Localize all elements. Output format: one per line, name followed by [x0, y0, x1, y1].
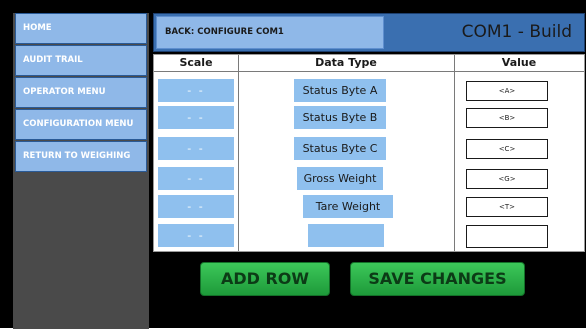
value-field[interactable]: <C>	[466, 139, 548, 159]
page-header: BACK: CONFIGURE COM1 COM1 - Build	[153, 13, 585, 52]
data-table: Scale Data Type Value - - Status Byte A …	[153, 54, 585, 252]
back-button[interactable]: BACK: CONFIGURE COM1	[156, 16, 384, 49]
data-type-cell[interactable]: Status Byte C	[294, 137, 386, 160]
column-header-value: Value	[501, 56, 537, 69]
data-type-cell[interactable]	[308, 224, 384, 247]
scale-cell[interactable]: - -	[158, 137, 234, 160]
value-field[interactable]: <B>	[466, 108, 548, 128]
data-type-cell[interactable]: Status Byte A	[294, 79, 386, 102]
value-field[interactable]: <T>	[466, 197, 548, 217]
data-type-cell[interactable]: Gross Weight	[297, 167, 383, 190]
table-header-row: Scale Data Type Value	[154, 55, 584, 72]
sidebar-item-audit-trail[interactable]: AUDIT TRAIL	[15, 45, 147, 76]
data-type-cell[interactable]: Tare Weight	[303, 195, 393, 218]
page-title: COM1 - Build	[461, 22, 572, 42]
scale-cell[interactable]: - -	[158, 106, 234, 129]
value-field[interactable]: <A>	[466, 81, 548, 101]
sidebar-item-home[interactable]: HOME	[15, 13, 147, 44]
add-row-button[interactable]: ADD ROW	[200, 262, 330, 296]
scale-cell[interactable]: - -	[158, 79, 234, 102]
data-type-cell[interactable]: Status Byte B	[294, 106, 386, 129]
column-header-data-type: Data Type	[315, 56, 377, 69]
scale-cell[interactable]: - -	[158, 195, 234, 218]
value-field[interactable]: <G>	[466, 169, 548, 189]
column-divider	[454, 55, 455, 251]
sidebar-item-return-to-weighing[interactable]: RETURN TO WEIGHING	[15, 141, 147, 172]
value-field[interactable]	[466, 225, 548, 248]
column-divider	[238, 55, 239, 251]
sidebar-item-configuration-menu[interactable]: CONFIGURATION MENU	[15, 109, 147, 140]
scale-cell[interactable]: - -	[158, 224, 234, 247]
sidebar-item-operator-menu[interactable]: OPERATOR MENU	[15, 77, 147, 108]
scale-cell[interactable]: - -	[158, 167, 234, 190]
column-header-scale: Scale	[179, 56, 213, 69]
sidebar-nav: HOME AUDIT TRAIL OPERATOR MENU CONFIGURA…	[13, 13, 149, 329]
save-changes-button[interactable]: SAVE CHANGES	[350, 262, 525, 296]
